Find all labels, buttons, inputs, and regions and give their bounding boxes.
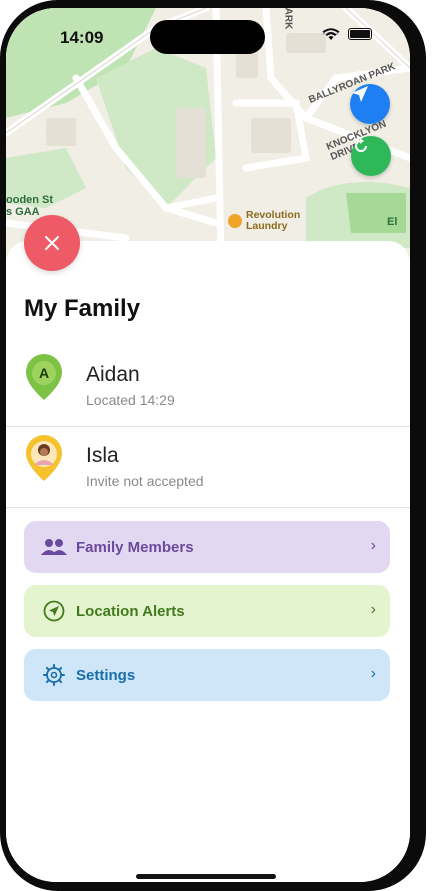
member-name: Isla — [86, 444, 119, 467]
settings-label: Settings — [76, 666, 136, 684]
location-alerts-label: Location Alerts — [76, 602, 185, 620]
refresh-button[interactable] — [351, 136, 391, 176]
locate-button[interactable] — [350, 84, 390, 124]
map-label-poi-line2: Laundry — [246, 220, 288, 232]
map-label-poi: Revolution Laundry — [246, 210, 300, 232]
page-title: My Family — [24, 295, 141, 322]
chevron-right-icon: › — [370, 665, 376, 682]
member-status: Located 14:29 — [86, 392, 175, 408]
chevron-right-icon: › — [370, 537, 376, 554]
battery-icon — [348, 28, 372, 40]
home-indicator[interactable] — [136, 874, 276, 879]
location-arrow-icon — [352, 86, 368, 102]
map-label-wooden-st: ooden St — [6, 194, 54, 206]
settings-button[interactable]: Settings › — [24, 649, 390, 701]
family-members-label: Family Members — [76, 538, 194, 556]
avatar-pin — [26, 435, 62, 481]
avatar-pin: A — [26, 354, 62, 400]
member-row-isla[interactable]: Isla Invite not accepted — [6, 429, 410, 508]
location-alerts-button[interactable]: Location Alerts › — [24, 585, 390, 637]
status-time: 14:09 — [60, 28, 104, 47]
close-icon — [45, 236, 59, 250]
member-row-aidan[interactable]: A Aidan Located 14:29 — [6, 348, 410, 427]
chevron-right-icon: › — [370, 601, 376, 618]
avatar-initial: A — [39, 365, 49, 381]
close-button[interactable] — [24, 215, 80, 271]
map-label-gaa: s GAA — [6, 206, 40, 218]
member-status: Invite not accepted — [86, 473, 204, 489]
family-members-button[interactable]: Family Members › — [24, 521, 390, 573]
refresh-icon — [355, 138, 367, 152]
people-icon — [40, 535, 68, 559]
phone-frame: PARK BALLYROAN PARK KNOCKLYON DRIVE oode… — [0, 0, 426, 891]
laundry-icon — [228, 214, 242, 228]
status-icons: •••• — [322, 28, 372, 40]
wifi-icon — [322, 28, 340, 40]
map-label-el: El — [387, 216, 398, 228]
dynamic-island — [150, 20, 265, 54]
screen: PARK BALLYROAN PARK KNOCKLYON DRIVE oode… — [6, 8, 410, 882]
navigation-icon — [40, 599, 68, 623]
gear-icon — [40, 663, 68, 687]
map-label-park: PARK — [282, 8, 294, 30]
member-name: Aidan — [86, 363, 140, 386]
